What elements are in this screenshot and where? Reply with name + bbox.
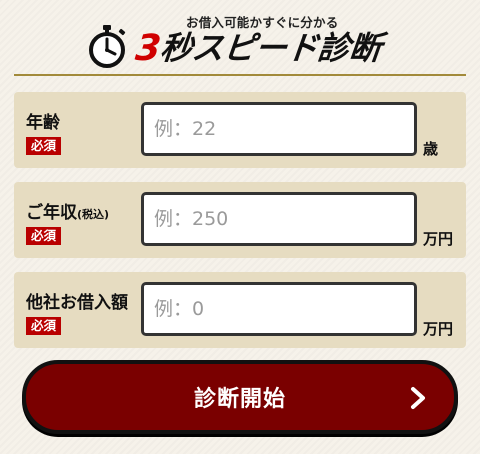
- field-other-borrowing-label-wrap: 他社お借入額 必須: [26, 288, 128, 335]
- field-age: 年齢 必須 歳: [14, 92, 466, 168]
- income-input[interactable]: [141, 192, 417, 246]
- field-income-label: ご年収: [26, 203, 77, 223]
- chevron-right-icon: [411, 387, 425, 409]
- field-other-borrowing-label: 他社お借入額: [26, 293, 128, 313]
- title-text: 秒スピード診断: [158, 29, 383, 67]
- field-income-label-wrap: ご年収(税込) 必須: [26, 198, 109, 245]
- other-borrowing-input[interactable]: [141, 282, 417, 336]
- header-divider: [14, 74, 466, 76]
- start-diagnosis-label: 診断開始: [193, 387, 286, 412]
- speed-diagnosis-page: お借入可能かすぐに分かる 3 秒スピード診断 年齢 必須 歳: [0, 0, 480, 454]
- other-borrowing-unit: 万円: [423, 320, 454, 338]
- required-badge: 必須: [26, 317, 62, 335]
- income-unit: 万円: [423, 230, 454, 248]
- field-age-label-wrap: 年齢 必須: [26, 108, 62, 155]
- field-income: ご年収(税込) 必須 万円: [14, 182, 466, 258]
- age-input[interactable]: [141, 102, 417, 156]
- header: お借入可能かすぐに分かる 3 秒スピード診断: [0, 0, 480, 72]
- field-other-borrowing: 他社お借入額 必須 万円: [14, 272, 466, 348]
- field-income-label-row: ご年収(税込): [26, 198, 109, 223]
- required-badge: 必須: [26, 137, 62, 155]
- header-title-row: 3 秒スピード診断: [84, 23, 384, 69]
- age-unit: 歳: [423, 140, 439, 158]
- stopwatch-icon: [89, 25, 126, 68]
- field-age-label: 年齢: [26, 113, 60, 133]
- required-badge: 必須: [26, 227, 62, 245]
- start-diagnosis-button[interactable]: 診断開始: [22, 360, 458, 434]
- page-title: 3 秒スピード診断: [134, 23, 384, 69]
- field-income-label-suffix: (税込): [77, 208, 110, 221]
